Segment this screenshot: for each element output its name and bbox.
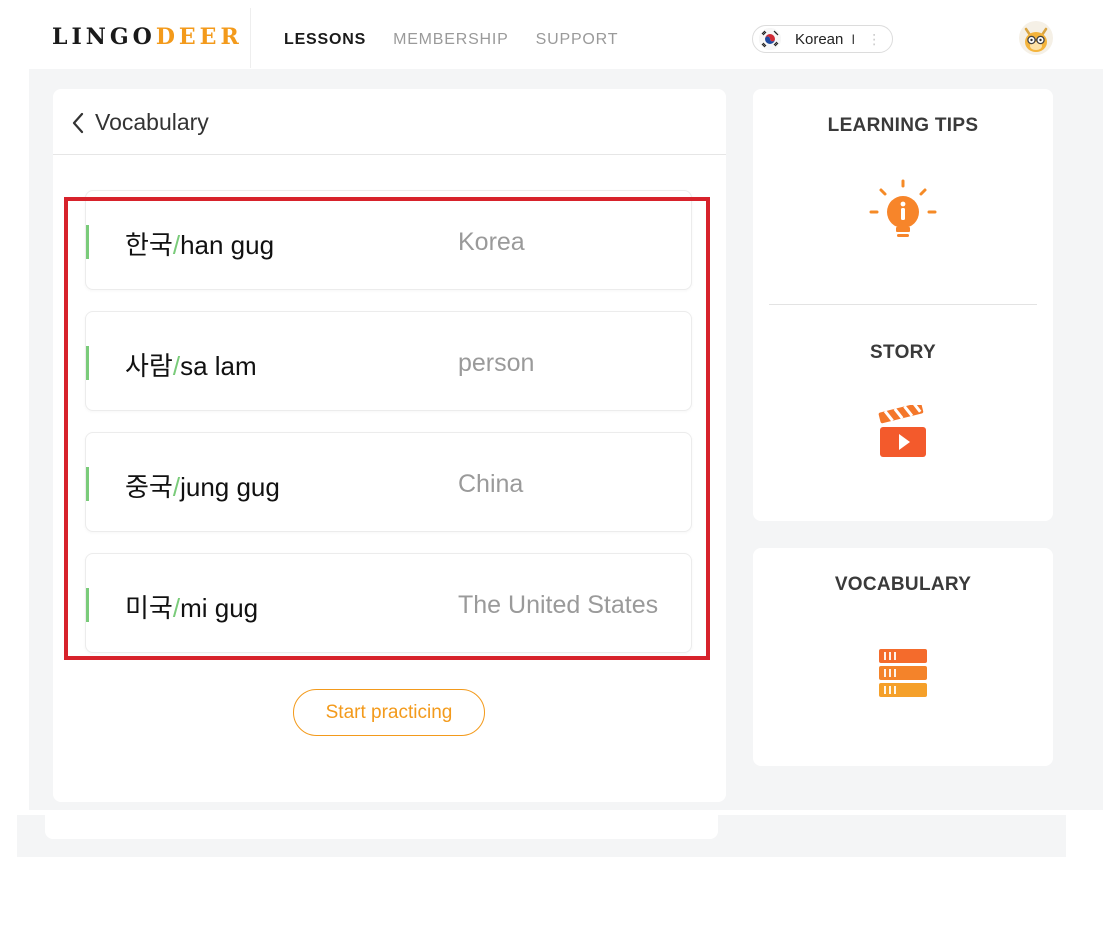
- vocab-slash: /: [172, 472, 181, 502]
- side-card-vocabulary: VOCABULARY: [753, 548, 1053, 766]
- learning-tips-title: LEARNING TIPS: [827, 115, 979, 136]
- vocab-romanization: han gug: [180, 230, 275, 260]
- side-divider: [769, 304, 1037, 305]
- start-practicing-button[interactable]: Start practicing: [293, 689, 485, 736]
- deer-avatar-icon: [1019, 21, 1053, 55]
- language-label: Korean: [795, 30, 844, 48]
- vocab-native: 미국: [125, 593, 173, 623]
- page-title: Vocabulary: [95, 109, 209, 135]
- nav-item-lessons[interactable]: LESSONS: [284, 31, 366, 49]
- main-nav: LESSONS MEMBERSHIP SUPPORT: [284, 31, 618, 49]
- vocab-native: 중국: [125, 472, 173, 502]
- logo-text-main: LINGO: [52, 24, 156, 50]
- vocab-slash: /: [172, 593, 181, 623]
- nav-item-membership[interactable]: MEMBERSHIP: [393, 31, 509, 49]
- language-level: I: [851, 31, 856, 47]
- green-marker: [86, 467, 89, 501]
- clapperboard-icon[interactable]: [877, 402, 929, 464]
- vocabulary-cards-icon[interactable]: [877, 647, 929, 704]
- chevron-left-icon: [72, 112, 84, 133]
- vocab-slash: /: [172, 351, 181, 381]
- vocab-item-person[interactable]: 사람/sa lam person: [85, 311, 692, 411]
- vocab-native: 한국: [125, 230, 173, 260]
- top-navigation-bar: LINGODEER LESSONS MEMBERSHIP SUPPORT Kor…: [0, 0, 1109, 69]
- language-selector[interactable]: Korean I ⋮: [752, 25, 893, 53]
- vocab-meaning: Korea: [458, 228, 525, 256]
- vocabulary-title: VOCABULARY: [834, 574, 972, 595]
- back-button[interactable]: Vocabulary: [71, 109, 209, 136]
- more-options-icon[interactable]: ⋮: [867, 32, 881, 46]
- green-marker: [86, 588, 89, 622]
- vocab-meaning: The United States: [458, 591, 659, 619]
- vocab-item-korea[interactable]: 한국/han gug Korea: [85, 190, 692, 290]
- vocabulary-header: Vocabulary: [53, 89, 726, 155]
- vocab-word: 중국/jung gug: [125, 467, 280, 504]
- nav-item-support[interactable]: SUPPORT: [536, 31, 619, 49]
- user-avatar[interactable]: [1018, 20, 1054, 56]
- story-title: STORY: [870, 342, 936, 363]
- lower-card-edge: [45, 815, 718, 839]
- vocab-romanization: sa lam: [180, 351, 257, 381]
- vocab-meaning: person: [458, 349, 535, 377]
- vocab-word: 한국/han gug: [125, 225, 274, 262]
- vocab-slash: /: [172, 230, 181, 260]
- vocab-item-united-states[interactable]: 미국/mi gug The United States: [85, 553, 692, 653]
- korea-flag-icon: [759, 28, 781, 50]
- nav-divider: [250, 8, 251, 68]
- vocab-native: 사람: [125, 351, 173, 381]
- vocab-romanization: mi gug: [180, 593, 259, 623]
- vocab-word: 미국/mi gug: [125, 588, 258, 625]
- logo-text-accent: DEER: [155, 24, 243, 50]
- vocab-word: 사람/sa lam: [125, 346, 257, 383]
- lightbulb-icon[interactable]: [867, 177, 939, 254]
- lingodeer-logo[interactable]: LINGODEER: [52, 24, 243, 50]
- vocab-romanization: jung gug: [180, 472, 280, 502]
- green-marker: [86, 225, 89, 259]
- vocab-item-china[interactable]: 중국/jung gug China: [85, 432, 692, 532]
- vocab-meaning: China: [458, 470, 524, 498]
- green-marker: [86, 346, 89, 380]
- side-card-tips-story: LEARNING TIPS STORY: [753, 89, 1053, 521]
